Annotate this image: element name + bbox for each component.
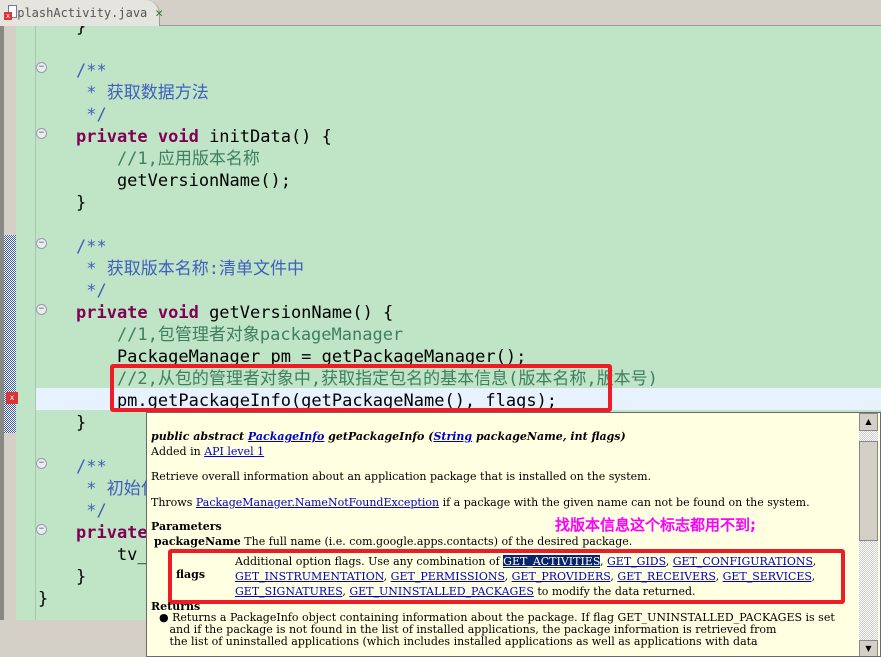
code-line: /** [76,236,107,258]
code-text: } [76,567,87,587]
code-line: * 获取版本名称:清单文件中 [76,258,304,280]
throws: Throws PackageManager.NameNotFoundExcept… [151,496,810,509]
sig-text: packageName, int flags) [472,430,626,443]
code-line: private void getVersionName() { [76,302,393,324]
code-text: } [76,26,87,37]
code-line: getVersionName(); [76,170,291,192]
folding-gutter: − − − − − − x [6,26,47,620]
code-text: } [76,413,87,433]
code-line: private void initData() { [76,126,332,148]
sig-text: getPackageInfo ( [324,430,434,443]
method-signature: public abstract PackageInfo getPackageIn… [151,430,626,443]
string-link[interactable]: String [433,430,472,443]
code-text: tv_ [76,545,148,565]
throws-text: if a package with the given name can not… [439,496,810,509]
code-line: //1,应用版本名称 [76,148,260,170]
fold-collapse-icon[interactable]: − [36,238,47,249]
code-text: } [76,193,87,213]
code-text: * 获取版本名称:清单文件中 [76,259,304,279]
code-text: /** [76,457,107,477]
code-text: initData() { [198,127,332,147]
fold-collapse-icon[interactable]: − [36,304,47,315]
code-text: //1,包管理者对象packageManager [76,325,404,345]
close-icon[interactable]: ✕ [155,6,163,21]
code-line: /** [76,60,107,82]
code-line: */ [76,280,107,302]
code-line: */ [76,104,107,126]
code-line: tv_ [76,544,148,566]
api-level-link[interactable]: API level 1 [204,445,264,458]
added-label: Added in [151,445,205,458]
annotation-text: 找版本信息这个标志都用不到; [555,516,756,534]
throws-label: Throws [151,496,196,509]
editor-tab-bar: x SplashActivity.java ✕ [0,0,881,26]
fold-collapse-icon[interactable]: − [36,524,47,535]
packageinfo-link[interactable]: PackageInfo [248,430,324,443]
code-line: } [76,412,86,434]
code-line: } [38,588,48,610]
code-line: } [76,566,86,588]
code-text: */ [76,105,107,125]
code-line: * 获取数据方法 [76,82,209,104]
code-line: } [76,26,86,38]
description: Retrieve overall information about an ap… [151,470,652,483]
sig-text: public abstract [151,430,248,443]
returns-desc: ● Returns a PackageInfo object containin… [159,611,835,648]
added-in: Added in API level 1 [151,445,264,458]
code-text: } [38,589,49,609]
code-line: private [76,522,148,544]
exception-link[interactable]: PackageManager.NameNotFoundException [196,496,439,509]
tab-title: SplashActivity.java [10,6,148,20]
code-line: } [76,192,86,214]
code-text: */ [76,281,107,301]
javadoc-popup: public abstract PackageInfo getPackageIn… [146,412,881,657]
param-packagename: packageName The full name (i.e. com.goog… [154,535,632,548]
code-text: * 获取数据方法 [76,83,209,103]
code-text: /** [76,61,107,81]
params-heading: Parameters [151,520,222,533]
code-line: */ [76,500,107,522]
popup-vertical-scrollbar[interactable]: ▲ ▼ [859,413,878,656]
scroll-down-icon[interactable]: ▼ [859,640,878,656]
keyword: private void [76,303,199,323]
tab-splash-activity[interactable]: x SplashActivity.java ✕ [0,0,163,26]
keyword: private [76,523,148,543]
code-text: /** [76,237,107,257]
fold-collapse-icon[interactable]: − [36,62,47,73]
annotation-box-code [110,364,612,412]
keyword: private void [76,127,199,147]
scroll-up-icon[interactable]: ▲ [859,413,878,431]
code-text: getVersionName() { [198,303,394,323]
code-text: //1,应用版本名称 [76,149,260,169]
param-name: packageName [154,535,241,548]
code-text: */ [76,501,107,521]
code-line: /** [76,456,107,478]
error-marker-icon[interactable]: x [6,392,18,404]
returns-text: the list of uninstalled applications (wh… [169,635,758,648]
scroll-thumb[interactable] [859,441,878,541]
code-line: //1,包管理者对象packageManager [76,324,403,346]
param-desc: The full name (i.e. com.google.apps.cont… [244,535,633,548]
overview-ruler [4,26,16,620]
fold-collapse-icon[interactable]: − [36,458,47,469]
fold-collapse-icon[interactable]: − [36,128,47,139]
code-text: getVersionName(); [76,171,291,191]
annotation-box-flags [168,549,845,604]
